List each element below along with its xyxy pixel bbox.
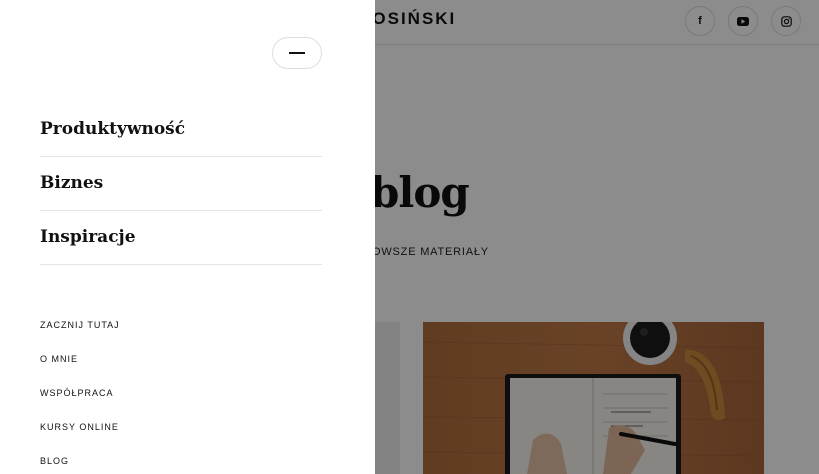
nav-link-o-mnie[interactable]: O MNIE bbox=[40, 354, 78, 364]
nav-category-inspiracje[interactable]: Inspiracje bbox=[40, 211, 322, 265]
nav-link-zacznij-tutaj[interactable]: ZACZNIJ TUTAJ bbox=[40, 320, 120, 330]
nav-drawer: Produktywność Biznes Inspiracje ZACZNIJ … bbox=[0, 0, 375, 474]
nav-link-blog[interactable]: BLOG bbox=[40, 456, 69, 466]
close-menu-button[interactable] bbox=[272, 37, 322, 69]
nav-category-label: Inspiracje bbox=[40, 227, 136, 247]
minus-icon bbox=[289, 52, 305, 54]
nav-link-kursy-online[interactable]: KURSY ONLINE bbox=[40, 422, 119, 432]
nav-category-produktywnosc[interactable]: Produktywność bbox=[40, 103, 322, 157]
nav-category-label: Produktywność bbox=[40, 119, 186, 139]
nav-category-biznes[interactable]: Biznes bbox=[40, 157, 322, 211]
nav-category-label: Biznes bbox=[40, 173, 104, 193]
nav-link-wspolpraca[interactable]: WSPÓŁPRACA bbox=[40, 388, 114, 398]
